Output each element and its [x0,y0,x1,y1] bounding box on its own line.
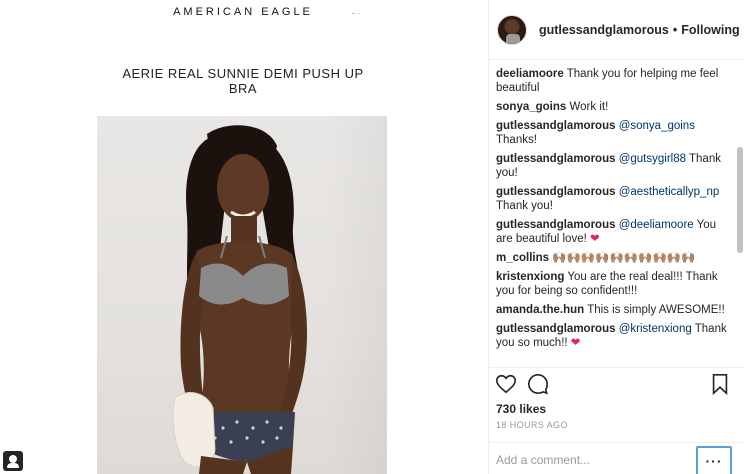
add-comment-bar: ··· [489,442,744,474]
bookmark-icon[interactable] [709,373,731,396]
comment-username[interactable]: deeliamoore [496,68,564,80]
comment-item: deeliamoore Thank you for helping me fee… [496,67,731,95]
heart-emoji-icon: ❤ [590,233,600,245]
comment-mention[interactable]: @sonya_goins [619,120,695,132]
heart-outline-icon[interactable] [495,373,517,395]
comment-text: Work it! [569,101,609,113]
comment-item: amanda.the.hun This is simply AWESOME!! [496,303,731,317]
stray-mark: - · [352,8,361,18]
header-username[interactable]: gutlessandglamorous [539,23,669,37]
comment-input[interactable] [496,452,686,468]
model-photo [97,116,387,474]
speech-bubble-icon[interactable] [527,373,549,395]
comment-mention[interactable]: @aestheticallyp_np [619,186,720,198]
comment-username[interactable]: gutlessandglamorous [496,219,616,231]
comment-username[interactable]: gutlessandglamorous [496,186,616,198]
comment-item: kristenxiong You are the real deal!!! Th… [496,270,731,298]
comment-item: gutlessandglamorous @aestheticallyp_np T… [496,185,731,213]
comments-list[interactable]: deeliamoore Thank you for helping me fee… [489,61,737,367]
comment-username[interactable]: gutlessandglamorous [496,153,616,165]
comment-mention[interactable]: @deeliamoore [619,219,694,231]
product-title: AERIE REAL SUNNIE DEMI PUSH UP BRA [122,66,364,96]
following-button[interactable]: Following [681,23,739,37]
comment-item: sonya_goins Work it! [496,100,731,114]
comment-mention[interactable]: @gutsygirl88 [619,153,686,165]
post-image[interactable]: AMERICAN EAGLE - · AERIE REAL SUNNIE DEM… [0,0,488,474]
user-tag-icon[interactable] [3,451,23,471]
comment-username[interactable]: gutlessandglamorous [496,323,616,335]
actions-section: 730 likes 18 HOURS AGO ··· [489,367,744,474]
comment-item: m_collins 🙌🏽🙌🏽🙌🏽🙌🏽🙌🏽🙌🏽🙌🏽🙌🏽🙌🏽🙌🏽 [496,251,731,265]
comments-scrollbar[interactable] [736,61,744,367]
comment-mention[interactable]: @kristenxiong [619,323,692,335]
comment-item: gutlessandglamorous @deeliamoore You are… [496,218,731,246]
brand-logo: AMERICAN EAGLE [173,6,313,18]
comment-username[interactable]: amanda.the.hun [496,304,584,316]
comment-item: gutlessandglamorous @sonya_goins Thanks! [496,119,731,147]
avatar[interactable] [497,14,527,45]
likes-count[interactable]: 730 likes [496,402,546,416]
header-separator: • [672,22,678,37]
comment-username[interactable]: kristenxiong [496,271,564,283]
comment-text: Thanks! [496,134,537,146]
comment-username[interactable]: sonya_goins [496,101,566,113]
heart-emoji-icon: ❤ [570,337,581,349]
more-options-button[interactable]: ··· [696,446,732,474]
post-header: gutlessandglamorous • Following [489,0,744,60]
comment-username[interactable]: gutlessandglamorous [496,120,616,132]
comment-text: This is simply AWESOME!! [587,304,725,316]
comment-text: 🙌🏽🙌🏽🙌🏽🙌🏽🙌🏽🙌🏽🙌🏽🙌🏽🙌🏽🙌🏽 [552,252,696,264]
comment-item: gutlessandglamorous @gutsygirl88 Thank y… [496,152,731,180]
action-icons [495,373,731,397]
comment-username[interactable]: m_collins [496,252,549,264]
post-timestamp: 18 HOURS AGO [496,420,568,430]
comment-item: gutlessandglamorous @kristenxiong Thank … [496,322,731,350]
scrollbar-thumb[interactable] [737,147,743,253]
post-panel: gutlessandglamorous • Following deeliamo… [488,0,744,474]
comment-text: Thank you! [496,200,553,212]
